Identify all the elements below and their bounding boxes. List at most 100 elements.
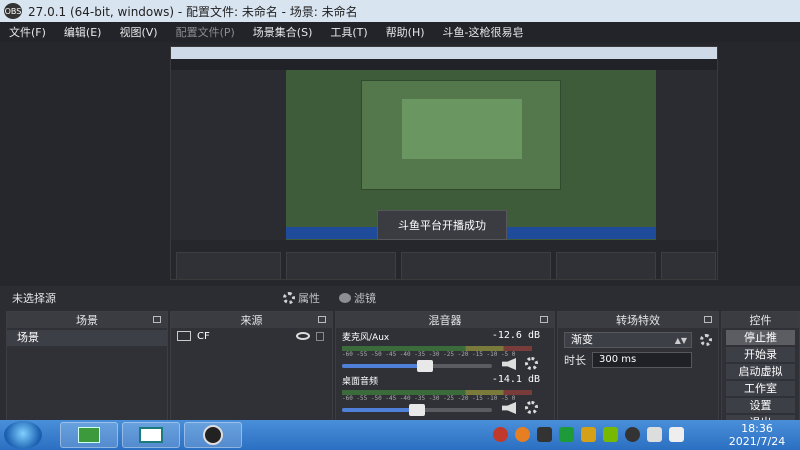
menu-profile[interactable]: 配置文件(P) — [167, 24, 244, 40]
chevron-updown-icon: ▲▼ — [674, 336, 687, 345]
tray-app-icon[interactable] — [559, 427, 574, 442]
filter-icon — [339, 293, 351, 303]
mixer-header: 混音器 — [336, 312, 554, 328]
menu-bar: 文件(F) 编辑(E) 视图(V) 配置文件(P) 场景集合(S) 工具(T) … — [0, 22, 800, 42]
speaker-icon[interactable] — [502, 358, 516, 370]
preview-nested-deep — [361, 80, 561, 190]
menu-edit[interactable]: 编辑(E) — [55, 24, 111, 40]
filters-label: 滤镜 — [354, 292, 376, 305]
gear-icon[interactable] — [700, 334, 712, 346]
volume-slider-fill — [342, 408, 417, 412]
transition-selected: 渐变 — [571, 333, 593, 346]
menu-douyu[interactable]: 斗鱼-这枪很易皂 — [434, 24, 533, 40]
obs-app-icon: OBS — [4, 3, 22, 19]
clock-time: 18:36 — [741, 422, 773, 435]
volume-slider[interactable] — [342, 404, 492, 416]
duration-label: 时长 — [564, 354, 586, 367]
stop-streaming-button[interactable]: 停止推 — [726, 330, 795, 345]
source-list-item[interactable]: CF — [171, 328, 332, 344]
undock-icon[interactable] — [153, 316, 161, 323]
preview-nested-titlebar — [171, 47, 717, 59]
mixer-channel-mic: 麦克风/Aux -12.6 dB -60 -55 -50 -45 -40 -35… — [336, 328, 554, 372]
tray-nvidia-icon[interactable] — [603, 427, 618, 442]
visibility-eye-icon[interactable] — [296, 332, 310, 340]
start-recording-button[interactable]: 开始录 — [726, 347, 795, 362]
menu-scene-collection[interactable]: 场景集合(S) — [244, 24, 322, 40]
clock-date: 2021/7/24 — [728, 435, 786, 448]
stream-preview[interactable] — [170, 46, 718, 280]
tray-network-icon[interactable] — [647, 427, 662, 442]
transitions-header: 转场特效 — [558, 312, 718, 328]
obs-icon — [203, 425, 223, 445]
transition-select[interactable]: 渐变 ▲▼ — [564, 332, 692, 348]
tray-app-icon[interactable] — [625, 427, 640, 442]
menu-view[interactable]: 视图(V) — [110, 24, 166, 40]
controls-dock: 控件 停止推 开始录 启动虚拟 工作室 设置 退出 — [721, 311, 800, 430]
start-button[interactable] — [4, 421, 42, 449]
start-virtualcam-button[interactable]: 启动虚拟 — [726, 364, 795, 379]
gear-icon[interactable] — [525, 401, 538, 414]
meter-scale: -60 -55 -50 -45 -40 -35 -30 -25 -20 -15 … — [342, 395, 516, 402]
lock-icon[interactable] — [316, 331, 324, 341]
tray-app-icon[interactable] — [493, 427, 508, 442]
audio-mixer-dock: 混音器 麦克风/Aux -12.6 dB -60 -55 -50 -45 -40… — [335, 311, 555, 421]
windows-taskbar: 18:36 2021/7/24 — [0, 420, 800, 450]
preview-nested-dock — [176, 252, 281, 279]
settings-button[interactable]: 设置 — [726, 398, 795, 413]
tray-qq-icon[interactable] — [537, 427, 552, 442]
no-source-label: 未选择源 — [12, 292, 56, 305]
taskbar-app-2[interactable] — [122, 422, 180, 448]
channel-db: -12.6 dB — [491, 330, 540, 341]
preview-nested-left — [171, 70, 286, 240]
mixer-channel-desktop: 桌面音频 -14.1 dB -60 -55 -50 -45 -40 -35 -3… — [336, 372, 554, 416]
system-tray — [493, 427, 684, 442]
transitions-title: 转场特效 — [616, 314, 660, 327]
app-window-icon — [139, 427, 163, 443]
speaker-icon[interactable] — [502, 402, 516, 414]
studio-mode-button[interactable]: 工作室 — [726, 381, 795, 396]
window-title: 27.0.1 (64-bit, windows) - 配置文件: 未命名 - 场… — [28, 4, 358, 19]
tray-volume-icon[interactable] — [669, 427, 684, 442]
taskbar-obs[interactable] — [184, 422, 242, 448]
scenes-header: 场景 — [7, 312, 167, 328]
monitor-icon — [177, 331, 191, 341]
preview-nested-dock — [401, 252, 551, 279]
menu-file[interactable]: 文件(F) — [0, 24, 55, 40]
menu-tools[interactable]: 工具(T) — [321, 24, 376, 40]
preview-nested-dock — [556, 252, 656, 279]
preview-nested-dock — [661, 252, 716, 279]
scene-list-item[interactable]: 场景 — [7, 330, 167, 346]
tray-app-icon[interactable] — [515, 427, 530, 442]
transition-select-row: 渐变 ▲▼ — [564, 332, 712, 348]
undock-icon[interactable] — [704, 316, 712, 323]
meter-scale: -60 -55 -50 -45 -40 -35 -30 -25 -20 -15 … — [342, 351, 516, 358]
gear-icon — [283, 292, 295, 304]
undock-icon[interactable] — [540, 316, 548, 323]
channel-db: -14.1 dB — [491, 374, 540, 385]
volume-slider[interactable] — [342, 360, 492, 372]
menu-help[interactable]: 帮助(H) — [377, 24, 434, 40]
undock-icon[interactable] — [318, 316, 326, 323]
volume-slider-handle[interactable] — [416, 360, 433, 372]
taskbar-clock[interactable]: 18:36 2021/7/24 — [722, 422, 792, 448]
stream-start-toast: 斗鱼平台开播成功 — [377, 210, 507, 240]
scenes-dock: 场景 场景 — [6, 311, 168, 421]
volume-slider-fill — [342, 364, 425, 368]
sources-title: 来源 — [240, 314, 263, 327]
app-window-icon — [78, 427, 100, 443]
source-toolbar: 未选择源 属性 滤镜 — [0, 287, 800, 309]
filters-button[interactable]: 滤镜 — [339, 290, 376, 306]
transitions-dock: 转场特效 渐变 ▲▼ 时长 300 ms — [557, 311, 719, 421]
sources-header: 来源 — [171, 312, 332, 328]
controls-title: 控件 — [749, 314, 772, 327]
preview-nested-menubar — [171, 59, 717, 70]
gear-icon[interactable] — [525, 357, 538, 370]
duration-input[interactable]: 300 ms — [592, 352, 692, 368]
taskbar-app-1[interactable] — [60, 422, 118, 448]
preview-nested-right — [656, 70, 717, 240]
tray-app-icon[interactable] — [581, 427, 596, 442]
preview-nested-dock — [286, 252, 396, 279]
mixer-title: 混音器 — [428, 314, 462, 327]
volume-slider-handle[interactable] — [409, 404, 425, 416]
properties-button[interactable]: 属性 — [283, 290, 320, 306]
